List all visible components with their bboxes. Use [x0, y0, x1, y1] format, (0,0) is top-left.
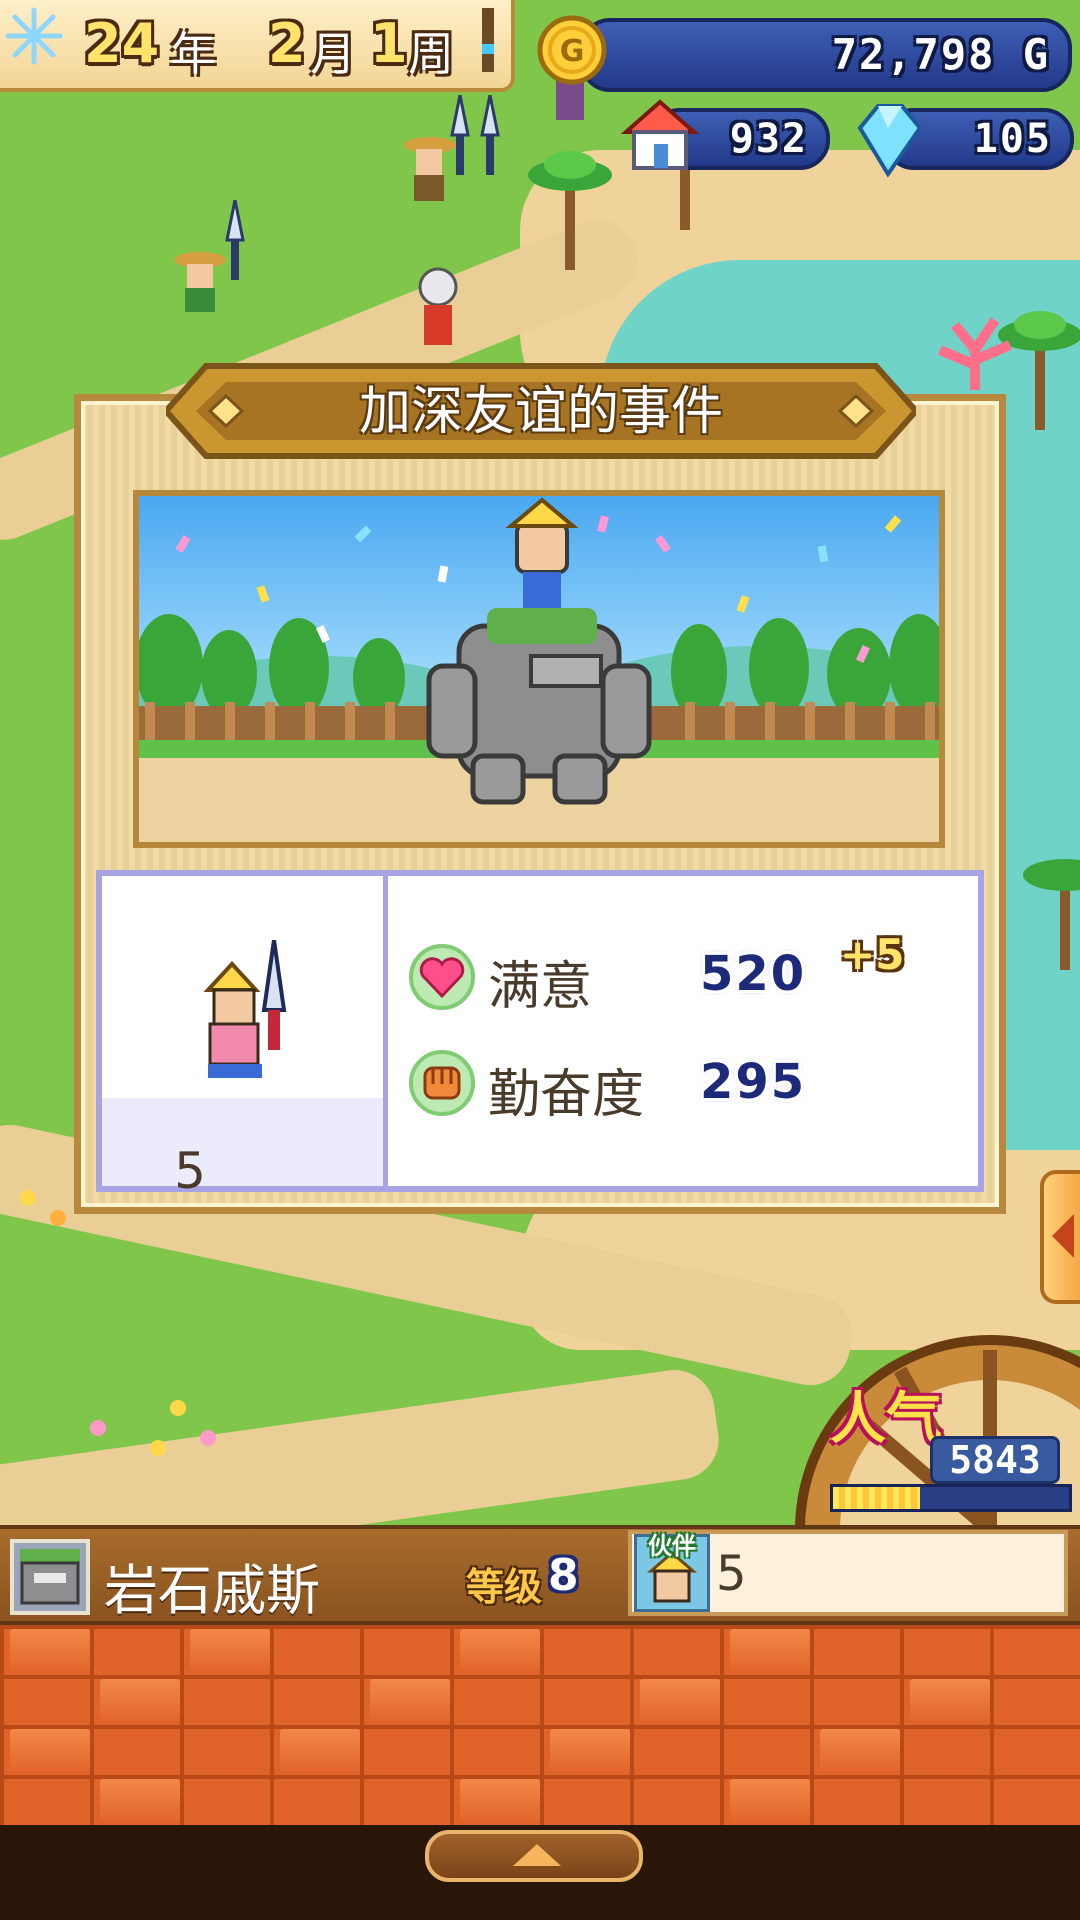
partner-tag: 伙伴 — [648, 1532, 696, 1560]
flower — [50, 1210, 66, 1226]
diligence-value: 295 — [700, 1054, 807, 1110]
level-label: 等级 — [466, 1565, 543, 1609]
brick — [460, 1779, 540, 1821]
house-value: 932 — [729, 116, 808, 162]
heart-icon — [419, 957, 465, 999]
arrow-left-icon — [1052, 1214, 1074, 1258]
brick — [100, 1779, 180, 1821]
side-panel-toggle[interactable] — [1040, 1170, 1080, 1304]
brick — [640, 1679, 720, 1721]
dialog-title: 加深友谊的事件 — [358, 382, 723, 442]
palm-tree — [1023, 859, 1080, 970]
gold-unit: G — [1022, 30, 1050, 79]
event-illustration — [133, 490, 945, 848]
dirt-path — [0, 1364, 724, 1525]
brick — [370, 1679, 450, 1721]
diligence-icon-badge — [409, 1050, 475, 1116]
house-icon — [620, 99, 700, 170]
golem-thumbnail — [10, 1539, 90, 1615]
brick — [820, 1729, 900, 1771]
week-value: 1 — [370, 12, 408, 75]
brick — [730, 1629, 810, 1671]
popularity-label: 人气 — [830, 1387, 942, 1452]
popularity-value: 5843 — [930, 1436, 1060, 1484]
year-unit: 年 — [170, 27, 216, 81]
satisfaction-value: 520 — [700, 946, 807, 1002]
satisfaction-icon-badge — [409, 944, 475, 1010]
week-progress-bar — [482, 8, 494, 72]
popularity-bar-fill — [833, 1487, 921, 1509]
gold-coin-icon: G — [537, 15, 607, 85]
partner-portrait-cell — [102, 876, 388, 1186]
partner-value: 5 — [716, 1546, 747, 1602]
hero-portrait — [203, 940, 287, 1078]
year-value: 24 — [84, 12, 160, 75]
palm-tree — [528, 151, 612, 270]
month-unit: 月 — [310, 27, 356, 81]
brick — [10, 1729, 90, 1771]
flower — [170, 1400, 186, 1416]
satisfaction-label: 满意 — [488, 957, 593, 1017]
adventurer-unit[interactable] — [165, 200, 265, 330]
partner-count: 5 — [174, 1142, 206, 1200]
satisfaction-bonus: +5 — [840, 930, 905, 979]
event-scene-art — [139, 496, 939, 842]
brick — [460, 1629, 540, 1671]
brick — [190, 1629, 270, 1671]
week-unit: 周 — [408, 27, 454, 81]
gold-counter[interactable]: 72,798 G — [580, 18, 1072, 92]
date-display: 24 年 2 月 1 周 — [0, 0, 515, 92]
brick-wall-panel — [0, 1625, 1080, 1825]
golem-icon — [20, 1549, 80, 1605]
adventurer-unit[interactable] — [390, 95, 530, 215]
gold-value-group: 72,798 G — [832, 30, 1050, 79]
brick — [730, 1779, 810, 1821]
brick — [280, 1729, 360, 1771]
flower — [150, 1440, 166, 1456]
level-value: 8 — [548, 1550, 579, 1601]
snowflake-icon — [5, 7, 63, 65]
selected-unit-name: 岩石戚斯 — [104, 1559, 320, 1622]
arrow-up-icon — [513, 1844, 561, 1866]
crystal-value: 105 — [973, 116, 1052, 162]
expand-menu-button[interactable] — [425, 1830, 643, 1882]
svg-text:G: G — [560, 34, 585, 69]
fist-icon — [423, 1066, 461, 1100]
brick — [100, 1679, 180, 1721]
diligence-label: 勤奋度 — [488, 1065, 645, 1125]
brick — [550, 1729, 630, 1771]
popularity-bar — [830, 1484, 1072, 1512]
adventurer-unit[interactable] — [408, 265, 468, 355]
brick — [10, 1629, 90, 1671]
month-value: 2 — [268, 12, 306, 75]
flower — [200, 1430, 216, 1446]
flower — [90, 1420, 106, 1436]
crystal-icon — [857, 104, 923, 178]
brick — [910, 1679, 990, 1721]
coral — [938, 317, 1012, 390]
gold-value: 72,798 — [831, 30, 996, 79]
